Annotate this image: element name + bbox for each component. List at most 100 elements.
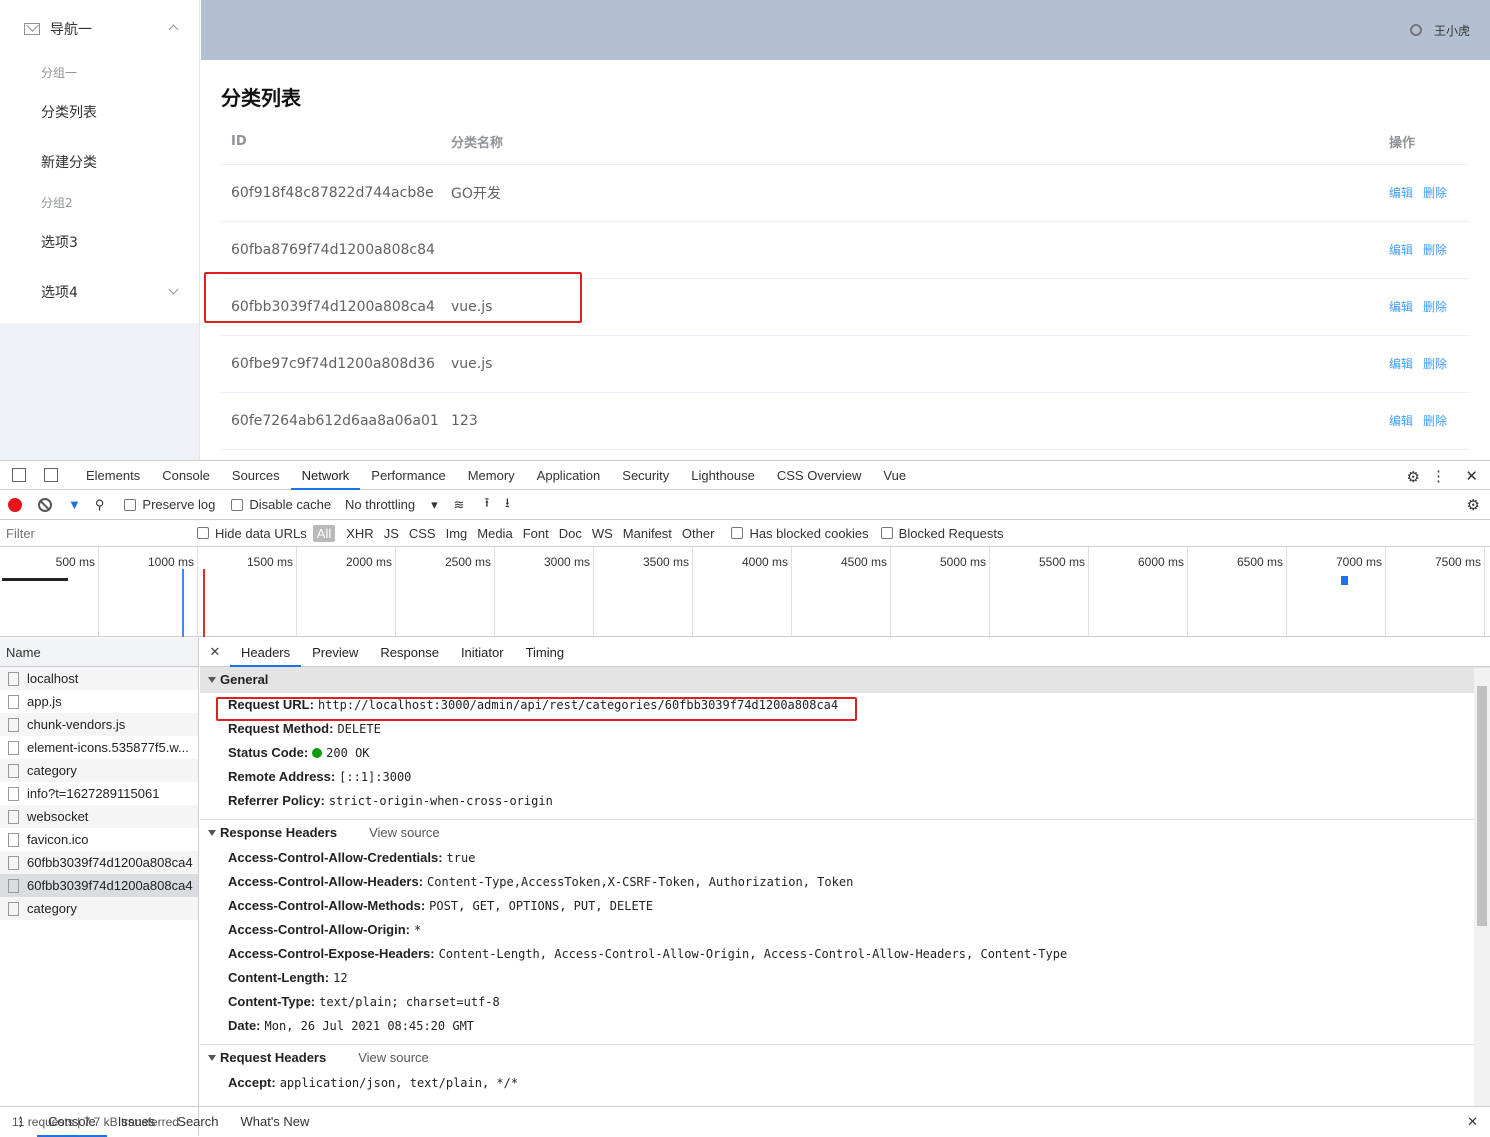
search-icon[interactable]: ⚲: [95, 497, 105, 513]
request-row[interactable]: element-icons.535877f5.w...: [0, 736, 198, 759]
name-column-header[interactable]: Name: [0, 638, 198, 667]
request-row[interactable]: info?t=1627289115061: [0, 782, 198, 805]
delete-link[interactable]: 删除: [1423, 243, 1447, 257]
drawer-close-icon[interactable]: ✕: [1467, 1114, 1478, 1130]
request-row[interactable]: app.js: [0, 690, 198, 713]
tab-network[interactable]: Network: [290, 461, 361, 490]
tab-preview[interactable]: Preview: [301, 638, 369, 667]
blocked-requests-label: Blocked Requests: [898, 525, 1004, 541]
more-options-icon[interactable]: ⋮: [1431, 467, 1446, 485]
gear-icon[interactable]: [1409, 24, 1422, 36]
sidebar-menu: 导航一 分组一 分类列表 新建分类 分组2 选项3 选项4: [0, 0, 199, 323]
tab-css-overview[interactable]: CSS Overview: [766, 461, 873, 490]
filter-type-xhr[interactable]: XHR: [341, 526, 378, 541]
tab-elements[interactable]: Elements: [75, 461, 151, 490]
device-toolbar-icon[interactable]: [44, 468, 58, 482]
tab-memory[interactable]: Memory: [457, 461, 526, 490]
has-blocked-cookies-checkbox[interactable]: [731, 527, 744, 539]
network-conditions-icon[interactable]: ≋: [454, 497, 465, 513]
tab-application[interactable]: Application: [526, 461, 612, 490]
drawer-tab-whats-new[interactable]: What's New: [229, 1107, 320, 1137]
sidebar-item-option3[interactable]: 选项3: [0, 218, 199, 268]
network-overview-timeline[interactable]: 500 ms 1000 ms 1500 ms 2000 ms 2500 ms 3…: [0, 547, 1490, 637]
sidebar-nav-title[interactable]: 导航一: [0, 0, 199, 58]
filter-type-js[interactable]: JS: [379, 526, 404, 541]
hide-data-urls-checkbox[interactable]: [197, 527, 209, 539]
filter-icon[interactable]: ▼: [68, 497, 81, 512]
inspect-element-icon[interactable]: [12, 468, 26, 482]
close-icon[interactable]: ✕: [1465, 467, 1478, 485]
request-headers-section-header[interactable]: Request Headers View source: [200, 1045, 1490, 1071]
response-headers-section-header[interactable]: Response Headers View source: [200, 820, 1490, 846]
disable-cache-checkbox[interactable]: [231, 498, 244, 511]
tab-lighthouse[interactable]: Lighthouse: [680, 461, 766, 490]
delete-link[interactable]: 删除: [1423, 186, 1447, 200]
request-row-selected[interactable]: 60fbb3039f74d1200a808ca4: [0, 874, 198, 897]
cell-id: 60fba8769f74d1200a808c84: [221, 221, 441, 279]
filter-type-doc[interactable]: Doc: [554, 526, 587, 541]
request-row[interactable]: favicon.ico: [0, 828, 198, 851]
edit-link[interactable]: 编辑: [1389, 300, 1413, 314]
request-row[interactable]: category: [0, 897, 198, 920]
web-app: 导航一 分组一 分类列表 新建分类 分组2 选项3 选项4 王小虎 分类列表 I…: [0, 0, 1490, 460]
tab-headers[interactable]: Headers: [230, 638, 302, 667]
filter-type-css[interactable]: CSS: [404, 526, 441, 541]
delete-link[interactable]: 删除: [1423, 357, 1447, 371]
file-icon: [8, 855, 19, 870]
tab-vue[interactable]: Vue: [872, 461, 917, 490]
network-settings-gear-icon[interactable]: ⚙: [1467, 496, 1480, 514]
filter-type-ws[interactable]: WS: [587, 526, 618, 541]
sidebar-item-option4[interactable]: 选项4: [0, 268, 199, 318]
request-row[interactable]: localhost: [0, 667, 198, 690]
request-row[interactable]: 60fbb3039f74d1200a808ca4: [0, 851, 198, 874]
tab-sources[interactable]: Sources: [221, 461, 291, 490]
export-har-icon[interactable]: ⭳: [505, 494, 510, 516]
tab-performance[interactable]: Performance: [360, 461, 456, 490]
edit-link[interactable]: 编辑: [1389, 186, 1413, 200]
devtools-tabbar: Elements Console Sources Network Perform…: [0, 461, 1490, 490]
drawer-menu-icon[interactable]: ⋮: [0, 1114, 37, 1130]
delete-link[interactable]: 删除: [1423, 414, 1447, 428]
record-icon[interactable]: [8, 497, 22, 512]
filter-type-font[interactable]: Font: [518, 526, 554, 541]
tab-response[interactable]: Response: [369, 638, 450, 667]
drawer-tab-search[interactable]: Search: [166, 1107, 229, 1137]
drawer-tab-console[interactable]: Console: [37, 1107, 107, 1137]
preserve-log-checkbox[interactable]: [124, 498, 137, 511]
filter-input[interactable]: [0, 522, 183, 544]
drawer-tab-issues[interactable]: Issues: [107, 1107, 167, 1137]
edit-link[interactable]: 编辑: [1389, 243, 1413, 257]
filter-type-all[interactable]: All: [312, 524, 336, 542]
clear-icon[interactable]: [38, 497, 52, 512]
filter-type-manifest[interactable]: Manifest: [618, 526, 677, 541]
request-row[interactable]: category: [0, 759, 198, 782]
import-har-icon[interactable]: ⭱: [485, 494, 490, 516]
filter-type-other[interactable]: Other: [677, 526, 720, 541]
tab-timing[interactable]: Timing: [515, 638, 576, 667]
throttling-select[interactable]: No throttling: [345, 497, 415, 512]
edit-link[interactable]: 编辑: [1389, 414, 1413, 428]
view-source-link[interactable]: View source: [369, 820, 440, 846]
request-row[interactable]: chunk-vendors.js: [0, 713, 198, 736]
request-row[interactable]: websocket: [0, 805, 198, 828]
sidebar-item-category-list[interactable]: 分类列表: [0, 88, 199, 138]
delete-link[interactable]: 删除: [1423, 300, 1447, 314]
tab-console[interactable]: Console: [151, 461, 221, 490]
sidebar-item-new-category[interactable]: 新建分类: [0, 138, 199, 188]
tab-security[interactable]: Security: [611, 461, 680, 490]
view-source-link[interactable]: View source: [358, 1045, 429, 1071]
close-detail-icon[interactable]: ✕: [200, 644, 230, 660]
user-name[interactable]: 王小虎: [1434, 22, 1470, 39]
load-event-line: [203, 569, 205, 637]
settings-gear-icon[interactable]: ⚙: [1407, 468, 1420, 486]
filter-type-img[interactable]: Img: [441, 526, 473, 541]
tab-initiator[interactable]: Initiator: [450, 638, 515, 667]
edit-link[interactable]: 编辑: [1389, 357, 1413, 371]
blocked-requests-checkbox[interactable]: [880, 527, 893, 539]
general-section-header[interactable]: General: [200, 667, 1490, 693]
scrollbar-thumb[interactable]: [1477, 686, 1487, 926]
filter-type-media[interactable]: Media: [472, 526, 517, 541]
dropdown-arrow-icon[interactable]: ▾: [431, 497, 438, 513]
detail-scrollbar[interactable]: [1474, 668, 1490, 1106]
header-row-referrer-policy: Referrer Policy: strict-origin-when-cross…: [228, 793, 553, 808]
